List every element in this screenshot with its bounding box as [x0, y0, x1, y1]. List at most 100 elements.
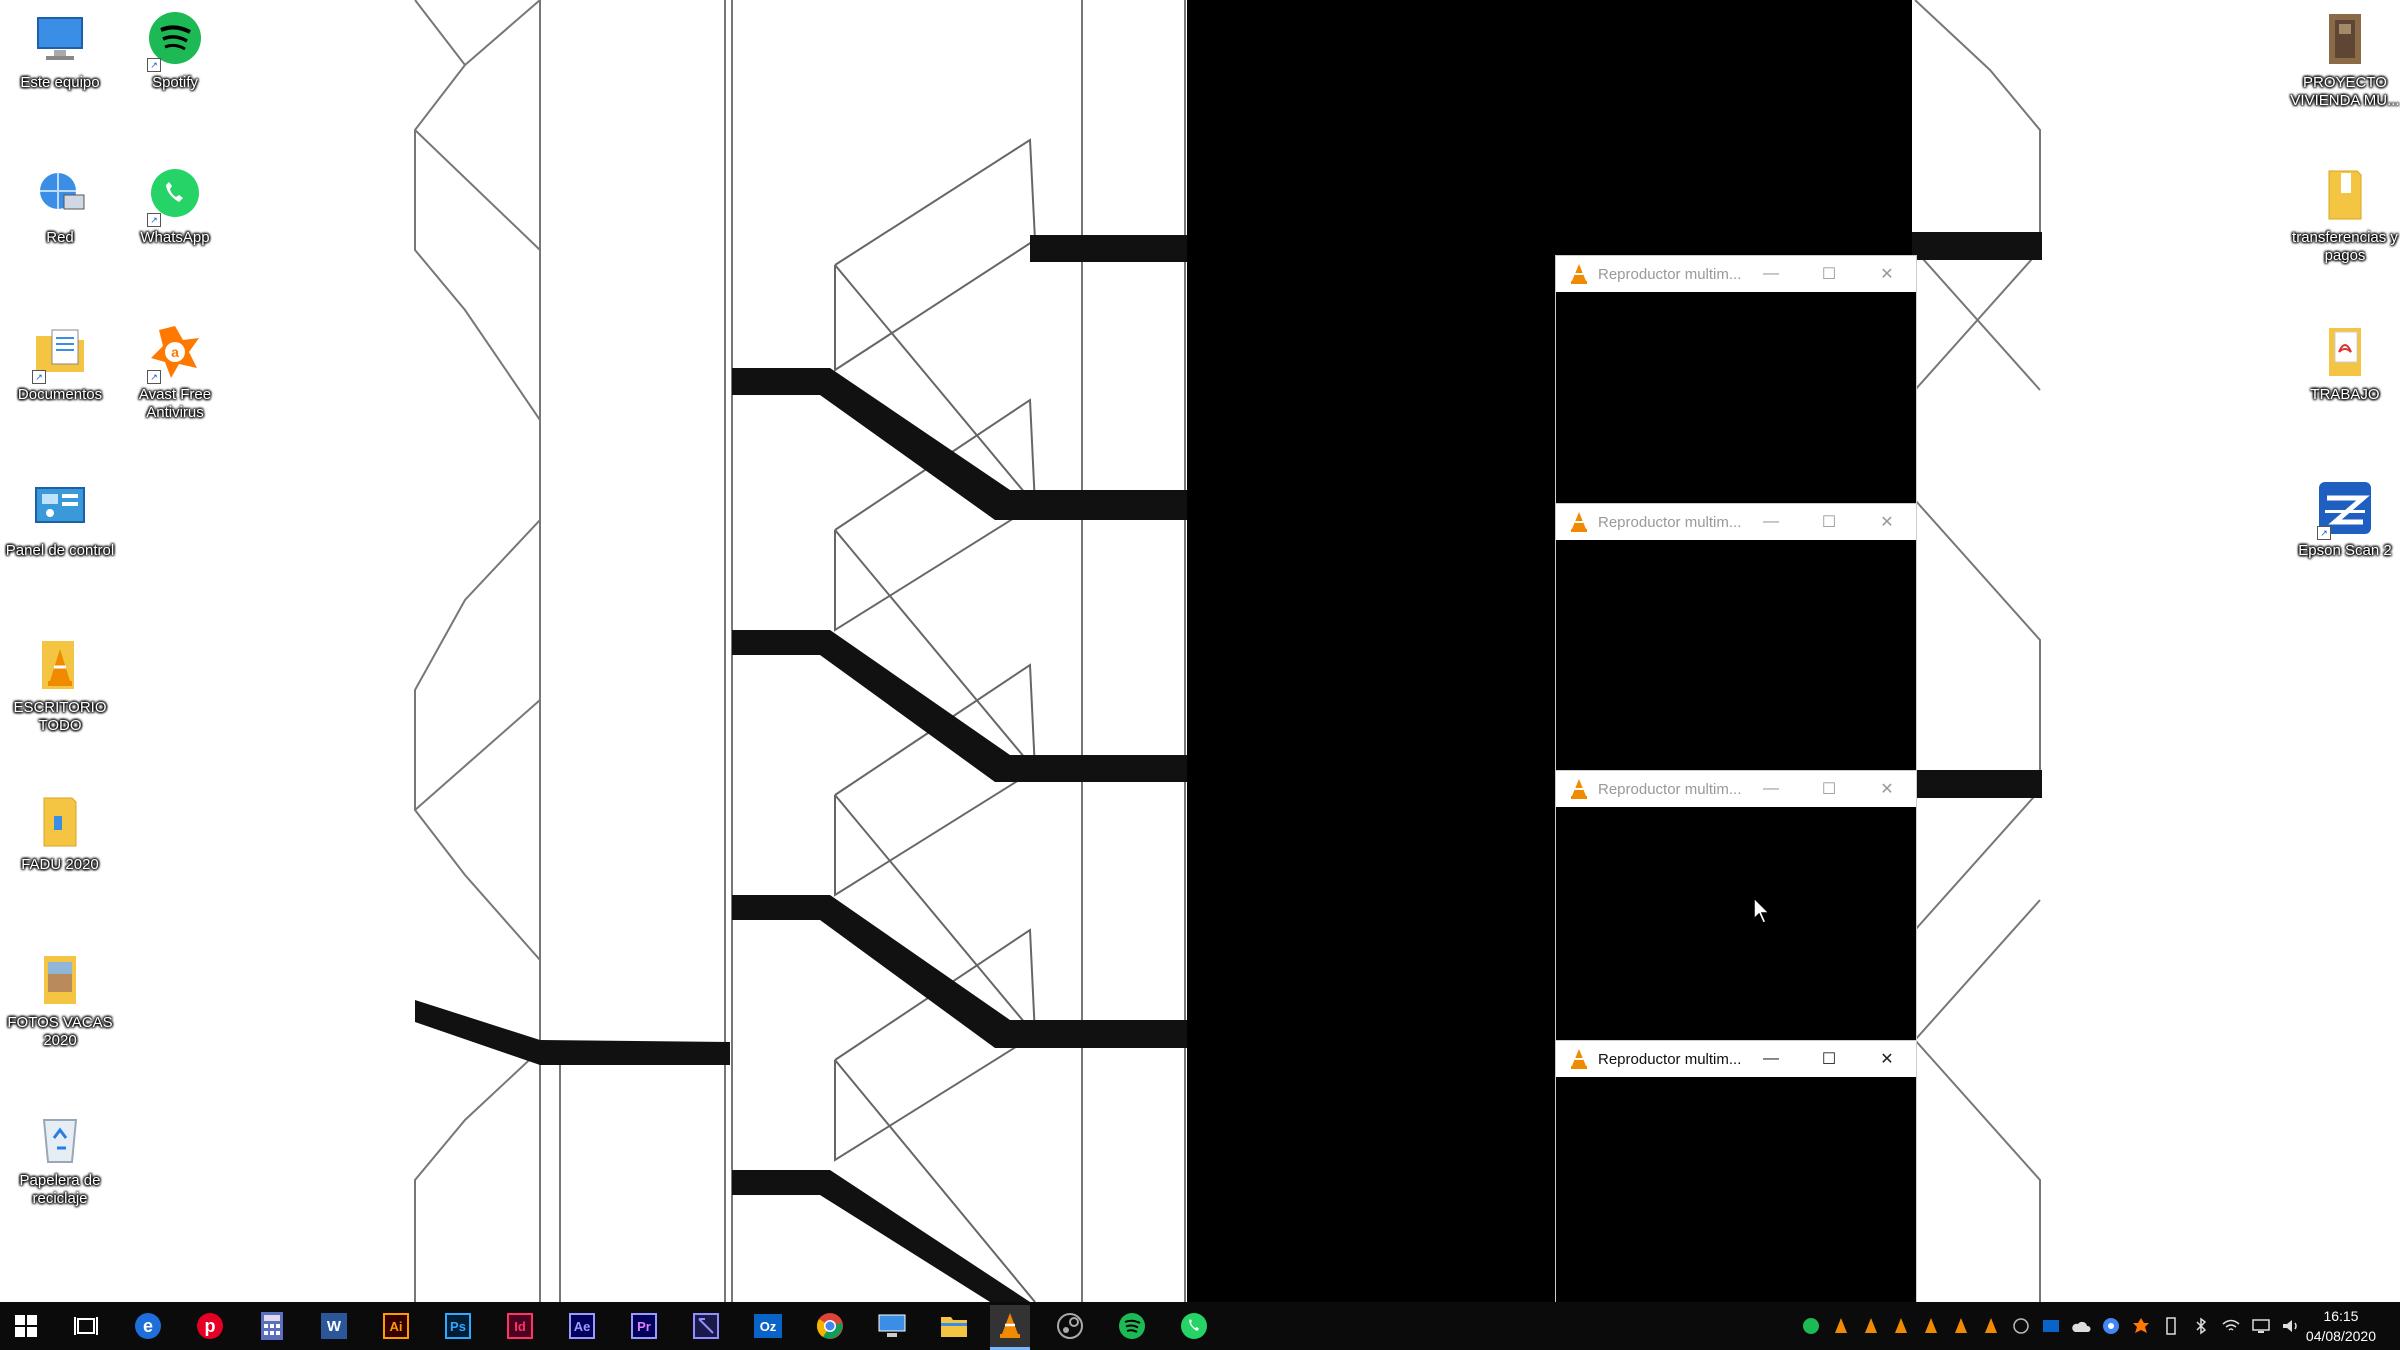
desktop-icon-label: Red — [46, 229, 74, 246]
desktop-icon-documentos[interactable]: ↗ Documentos — [0, 322, 120, 404]
close-button[interactable]: ✕ — [1858, 504, 1916, 540]
desktop-icon-este-equipo[interactable]: Este equipo — [0, 10, 120, 92]
minimize-button[interactable]: — — [1742, 1041, 1800, 1077]
bluetooth-tray-icon[interactable] — [2190, 1314, 2212, 1338]
illustrator-icon[interactable]: Ai — [378, 1308, 414, 1344]
svg-text:e: e — [143, 1316, 153, 1336]
vlc-tray-icon[interactable] — [1950, 1314, 1972, 1338]
desktop-icon-transferencias[interactable]: transferencias y pagos — [2285, 165, 2400, 265]
window-titlebar[interactable]: Reproductor multim... — ☐ ✕ — [1556, 771, 1916, 807]
after-effects-icon[interactable]: Ae — [564, 1308, 600, 1344]
minimize-button[interactable]: — — [1742, 256, 1800, 292]
video-area[interactable] — [1556, 292, 1916, 506]
vlc-tray-icon[interactable] — [1920, 1314, 1942, 1338]
desktop[interactable]: Este equipo ↗ Spotify Red ↗ WhatsApp ↗ D… — [0, 0, 2400, 1302]
video-area[interactable] — [1556, 540, 1916, 774]
vlc-tray-icon[interactable] — [1830, 1314, 1852, 1338]
steam-tray-icon[interactable] — [2010, 1314, 2032, 1338]
vlc-window-2[interactable]: Reproductor multim... — ☐ ✕ — [1555, 503, 1917, 775]
calculator-icon[interactable] — [254, 1308, 290, 1344]
edge-icon[interactable]: e — [130, 1308, 166, 1344]
task-view-icon[interactable] — [68, 1308, 104, 1344]
indesign-icon[interactable]: Id — [502, 1308, 538, 1344]
file-explorer-icon[interactable] — [936, 1308, 972, 1344]
whatsapp-icon: ↗ — [145, 165, 205, 227]
illustrator-label: Ai — [383, 1313, 409, 1339]
desktop-icon-label: Documentos — [17, 386, 103, 403]
desktop-icon-red[interactable]: Red — [0, 165, 120, 247]
desktop-icon-panel-de-control[interactable]: Panel de control — [0, 478, 120, 560]
vlc-tray-icon[interactable] — [1860, 1314, 1882, 1338]
windows-start-icon[interactable] — [8, 1308, 44, 1344]
maximize-button[interactable]: ☐ — [1800, 1041, 1858, 1077]
vlc-tray-icon[interactable] — [1890, 1314, 1912, 1338]
control-panel-icon — [30, 478, 90, 538]
vlc-icon[interactable] — [990, 1305, 1030, 1350]
onedrive-tray-icon[interactable] — [2070, 1314, 2092, 1338]
vlc-window-4[interactable]: Reproductor multim... — ☐ ✕ — [1555, 1040, 1917, 1302]
desktop-icon-epson-scan[interactable]: ↗ Epson Scan 2 — [2285, 478, 2400, 560]
vlc-window-3[interactable]: Reproductor multim... — ☐ ✕ — [1555, 770, 1917, 1047]
vlc-icon — [1571, 264, 1587, 284]
window-titlebar[interactable]: Reproductor multim... — ☐ ✕ — [1556, 256, 1916, 292]
maximize-button[interactable]: ☐ — [1800, 256, 1858, 292]
close-button[interactable]: ✕ — [1858, 771, 1916, 807]
window-title: Reproductor multim... — [1598, 780, 1742, 798]
whatsapp-icon[interactable] — [1176, 1308, 1212, 1344]
desktop-icon-proyecto-vivienda[interactable]: PROYECTO VIVIENDA MU... — [2285, 10, 2400, 110]
outlook-tray-icon[interactable] — [2040, 1314, 2062, 1338]
spotify-icon[interactable] — [1114, 1308, 1150, 1344]
volume-tray-icon[interactable] — [2280, 1314, 2302, 1338]
usb-tray-icon[interactable] — [2160, 1314, 2182, 1338]
maximize-button[interactable]: ☐ — [1800, 504, 1858, 540]
spotify-icon: ↗ — [145, 10, 205, 72]
video-area[interactable] — [1556, 807, 1916, 1046]
outlook-icon[interactable]: Oz — [750, 1308, 786, 1344]
desktop-icon-papelera[interactable]: Papelera de reciclaje — [0, 1108, 120, 1208]
remote-desktop-icon[interactable] — [874, 1308, 910, 1344]
folder-icon — [30, 792, 90, 852]
minimize-button[interactable]: — — [1742, 771, 1800, 807]
close-button[interactable]: ✕ — [1858, 256, 1916, 292]
outlook-label: Oz — [754, 1314, 782, 1338]
window-title: Reproductor multim... — [1598, 265, 1742, 283]
desktop-icon-trabajo[interactable]: TRABAJO — [2285, 322, 2400, 404]
vlc-window-1[interactable]: Reproductor multim... — ☐ ✕ — [1555, 255, 1917, 507]
vlc-icon — [1571, 779, 1587, 799]
network-tray-icon[interactable] — [2250, 1314, 2272, 1338]
maximize-button[interactable]: ☐ — [1800, 771, 1858, 807]
desktop-icon-label: Papelera de reciclaje — [19, 1172, 101, 1207]
word-icon[interactable]: W — [316, 1308, 352, 1344]
vlc-tray-icon[interactable] — [1980, 1314, 2002, 1338]
spotify-tray-icon[interactable] — [1800, 1314, 1822, 1338]
clock[interactable]: 16:15 04/08/2020 — [2306, 1306, 2376, 1346]
desktop-icon-label: Spotify — [152, 74, 198, 91]
desktop-icon-label: Epson Scan 2 — [2298, 542, 2392, 559]
desktop-icon-fadu-2020[interactable]: FADU 2020 — [0, 792, 120, 874]
desktop-icon-spotify[interactable]: ↗ Spotify — [115, 10, 235, 92]
photoshop-icon[interactable]: Ps — [440, 1308, 476, 1344]
close-button[interactable]: ✕ — [1858, 1041, 1916, 1077]
desktop-icon-whatsapp[interactable]: ↗ WhatsApp — [115, 165, 235, 247]
photo-folder-icon — [30, 950, 90, 1010]
window-titlebar[interactable]: Reproductor multim... — ☐ ✕ — [1556, 1041, 1916, 1077]
desktop-icon-fotos-vacas[interactable]: FOTOS VACAS 2020 — [0, 950, 120, 1050]
avast-tray-icon[interactable] — [2130, 1314, 2152, 1338]
pinterest-icon[interactable]: p — [192, 1308, 228, 1344]
minimize-button[interactable]: — — [1742, 504, 1800, 540]
steam-icon[interactable] — [1052, 1308, 1088, 1344]
video-area[interactable] — [1556, 1077, 1916, 1302]
shortcut-arrow-icon: ↗ — [147, 58, 161, 72]
wifi-tray-icon[interactable] — [2220, 1314, 2242, 1338]
window-titlebar[interactable]: Reproductor multim... — ☐ ✕ — [1556, 504, 1916, 540]
chrome-icon[interactable] — [812, 1308, 848, 1344]
window-title: Reproductor multim... — [1598, 1050, 1742, 1068]
chrome-tray-icon[interactable] — [2100, 1314, 2122, 1338]
desktop-icon-avast[interactable]: a ↗ Avast Free Antivirus — [115, 322, 235, 422]
desktop-icon-label: Panel de control — [5, 542, 115, 559]
avast-icon: a ↗ — [145, 322, 205, 384]
word-label: W — [321, 1313, 347, 1339]
bridge-icon[interactable] — [688, 1308, 724, 1344]
desktop-icon-escritorio-todo[interactable]: ESCRITORIO TODO — [0, 635, 120, 735]
premiere-icon[interactable]: Pr — [626, 1308, 662, 1344]
